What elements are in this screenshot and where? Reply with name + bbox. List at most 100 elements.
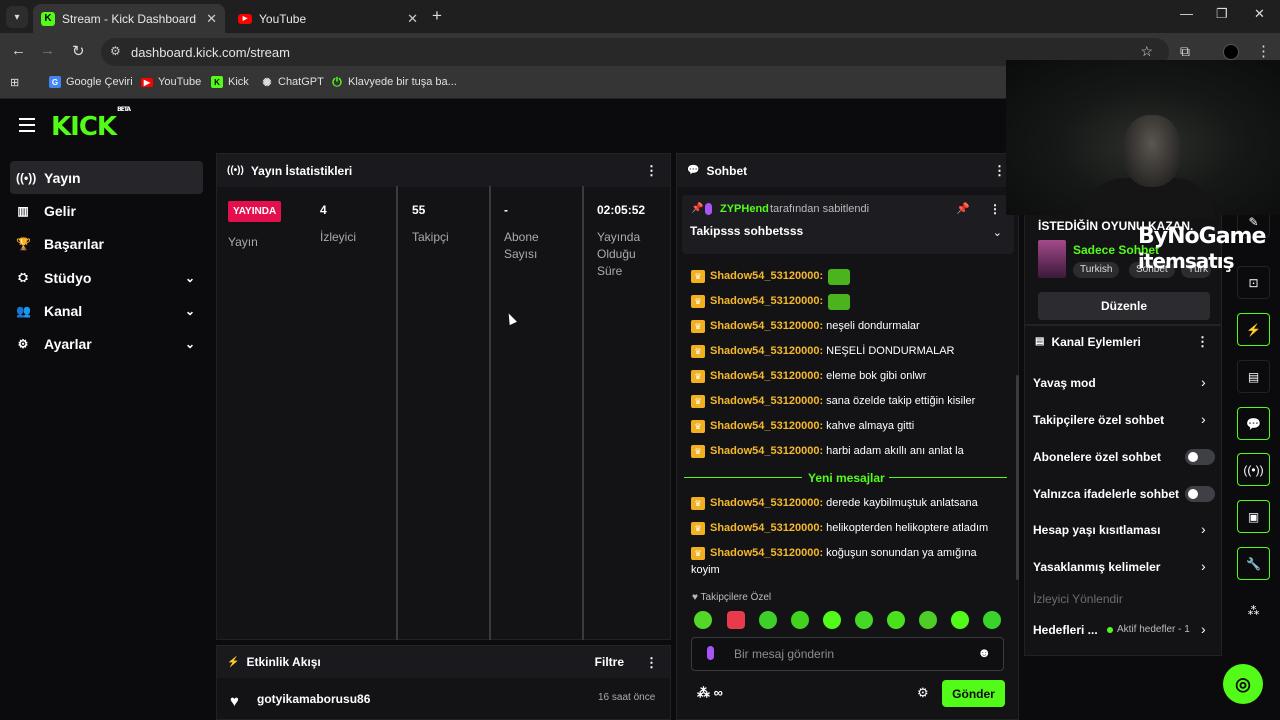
- bookmark-keyboard[interactable]: ⏻ Klavyede bir tuşa ba...: [331, 74, 457, 89]
- tab-kick-dashboard[interactable]: K Stream - Kick Dashboard ✕: [33, 4, 225, 33]
- browser-menu-icon[interactable]: ⋮: [1256, 42, 1271, 60]
- chat-message[interactable]: ♛ Shadow54_53120000:: [691, 293, 851, 310]
- subscribers-only-toggle[interactable]: [1185, 449, 1215, 465]
- extensions-icon[interactable]: ⧉: [1180, 43, 1190, 60]
- send-button[interactable]: Gönder: [942, 680, 1005, 707]
- chat-message[interactable]: ♛ Shadow54_53120000: helikopterden helikop…: [691, 520, 988, 537]
- chat-message[interactable]: ♛ Shadow54_53120000: neşeli dondurmalar: [691, 318, 920, 335]
- kick-logo[interactable]: KICKBETA: [51, 106, 131, 142]
- power-icon: ⏻: [332, 74, 342, 89]
- help-chat-icon[interactable]: ◎: [1223, 664, 1263, 704]
- notes-icon[interactable]: ▤: [1237, 360, 1270, 393]
- chat-message[interactable]: ♛ Shadow54_53120000: kahve almaya gitti: [691, 418, 914, 435]
- emote-icon[interactable]: [855, 611, 873, 629]
- menu-icon[interactable]: [19, 118, 35, 132]
- crown-badge-icon: ♛: [691, 547, 705, 560]
- emote-icon[interactable]: [694, 611, 712, 629]
- edit-button[interactable]: Düzenle: [1038, 292, 1210, 320]
- chat-icon[interactable]: 💬: [1237, 407, 1270, 440]
- chevron-down-icon[interactable]: ⌄: [993, 226, 1002, 239]
- chevron-right-icon[interactable]: ›: [1201, 374, 1206, 390]
- emote-icon[interactable]: [791, 611, 809, 629]
- back-icon[interactable]: ←: [11, 42, 26, 59]
- sidebar-item-yayin[interactable]: ((•)) Yayın: [10, 161, 203, 194]
- new-tab-icon[interactable]: +: [432, 6, 442, 26]
- emote-icon[interactable]: [951, 611, 969, 629]
- sidebar-item-kanal[interactable]: 👥 Kanal ⌄: [10, 294, 203, 327]
- chevron-right-icon[interactable]: ›: [1201, 411, 1206, 427]
- followers-only-chat-item[interactable]: Takipçilere özel sohbet: [1033, 413, 1164, 427]
- emote-icon[interactable]: [759, 611, 777, 629]
- emote-icon[interactable]: [823, 611, 841, 629]
- broadcast-icon[interactable]: ((•)): [1237, 453, 1270, 486]
- tab-youtube[interactable]: ▶ YouTube ✕: [230, 4, 426, 33]
- emote-icon[interactable]: [887, 611, 905, 629]
- chat-scrollbar[interactable]: [1016, 375, 1019, 580]
- lightning-icon[interactable]: ⚡: [1237, 313, 1270, 346]
- emoji-icon[interactable]: ☻: [977, 645, 991, 660]
- chevron-right-icon[interactable]: ›: [1201, 621, 1206, 637]
- crown-badge-icon: ♛: [691, 320, 705, 333]
- heart-icon: ♥: [230, 693, 239, 710]
- mic-icon: [707, 646, 714, 660]
- wrench-icon[interactable]: 🔧: [1237, 547, 1270, 580]
- more-options-icon[interactable]: ⋮: [645, 655, 658, 671]
- followers-label: Takipçi: [412, 230, 449, 244]
- chat-settings-icon[interactable]: ⚙: [917, 685, 929, 701]
- sidebar-item-studyo[interactable]: ⛭ Stüdyo ⌄: [10, 261, 203, 294]
- points-icon[interactable]: ⁂ ∞: [697, 685, 723, 701]
- close-window-icon[interactable]: ✕: [1254, 6, 1265, 22]
- more-options-icon[interactable]: ⋮: [1196, 334, 1209, 350]
- chevron-right-icon[interactable]: ›: [1201, 521, 1206, 537]
- video-icon[interactable]: ▣: [1237, 500, 1270, 533]
- sidebar-item-gelir[interactable]: ▥ Gelir: [10, 194, 203, 227]
- apps-icon[interactable]: ⁂: [1237, 594, 1270, 627]
- more-options-icon[interactable]: ⋮: [989, 202, 1001, 216]
- slow-mode-item[interactable]: Yavaş mod: [1033, 376, 1096, 390]
- bookmark-google-ceviri[interactable]: G Google Çeviri: [49, 76, 133, 88]
- apps-icon[interactable]: ⊞: [10, 76, 19, 89]
- site-info-icon[interactable]: ⚙: [110, 44, 121, 58]
- reload-icon[interactable]: ↻: [72, 42, 85, 60]
- bookmark-kick[interactable]: K Kick: [211, 76, 249, 88]
- sidebar-item-ayarlar[interactable]: ⚙ Ayarlar ⌄: [10, 327, 203, 360]
- emote-only-toggle[interactable]: [1185, 486, 1215, 502]
- close-tab-icon[interactable]: ✕: [407, 11, 418, 27]
- account-age-item[interactable]: Hesap yaşı kısıtlaması: [1033, 523, 1160, 537]
- pinned-message[interactable]: 📌 ZYPHend tarafından sabitlendi Takipsss…: [682, 195, 1014, 254]
- goals-item[interactable]: Hedefleri ...: [1033, 623, 1098, 637]
- chat-message[interactable]: ♛ Shadow54_53120000: NEŞELİ DONDURMALAR: [691, 343, 955, 360]
- chat-message[interactable]: ♛ Shadow54_53120000: sana özelde takip ett…: [691, 393, 975, 410]
- sidebar-item-basarilar[interactable]: 🏆 Başarılar: [10, 227, 203, 260]
- forward-icon[interactable]: →: [40, 42, 55, 59]
- crown-badge-icon: ♛: [691, 395, 705, 408]
- crown-badge-icon: ♛: [691, 270, 705, 283]
- banned-words-item[interactable]: Yasaklanmış kelimeler: [1033, 560, 1160, 574]
- bookmark-star-icon[interactable]: ☆: [1140, 43, 1153, 60]
- more-options-icon[interactable]: ⋮: [993, 163, 1006, 179]
- maximize-icon[interactable]: ❐: [1216, 6, 1228, 22]
- close-tab-icon[interactable]: ✕: [206, 11, 217, 27]
- emote-icon[interactable]: [727, 611, 745, 629]
- profile-avatar[interactable]: [1223, 44, 1239, 60]
- youtube-icon: ▶: [141, 77, 153, 87]
- unpin-icon[interactable]: 📌: [956, 202, 970, 215]
- chat-message[interactable]: ♛ Shadow54_53120000: harbi adam akıllı anı…: [691, 443, 964, 460]
- panel-header: ▤ Kanal Eylemleri ⋮: [1025, 326, 1221, 357]
- tab-search-icon[interactable]: ▾: [6, 6, 28, 28]
- chevron-right-icon[interactable]: ›: [1201, 558, 1206, 574]
- emote-icon[interactable]: [983, 611, 1001, 629]
- minimize-icon[interactable]: —: [1180, 6, 1193, 21]
- chat-message[interactable]: ♛ Shadow54_53120000: eleme bok gibi onlwr: [691, 368, 926, 385]
- screenshot-icon[interactable]: ⊡: [1237, 266, 1270, 299]
- emote-icon[interactable]: [919, 611, 937, 629]
- chat-message[interactable]: ♛ Shadow54_53120000: koğuşun sonundan ya a…: [691, 545, 977, 562]
- more-options-icon[interactable]: ⋮: [645, 163, 658, 179]
- chat-message[interactable]: ♛ Shadow54_53120000: derede kaybilmuştuk a…: [691, 495, 978, 512]
- bookmark-chatgpt[interactable]: ✺ ChatGPT: [261, 76, 323, 89]
- panel-header: ⚡ Etkinlik Akışı Filtre ⋮: [217, 646, 670, 678]
- bookmark-youtube[interactable]: ▶ YouTube: [141, 76, 201, 88]
- chat-message[interactable]: ♛ Shadow54_53120000:: [691, 268, 851, 285]
- filter-button[interactable]: Filtre: [595, 655, 624, 669]
- chat-input[interactable]: Bir mesaj gönderin ☻: [691, 637, 1004, 671]
